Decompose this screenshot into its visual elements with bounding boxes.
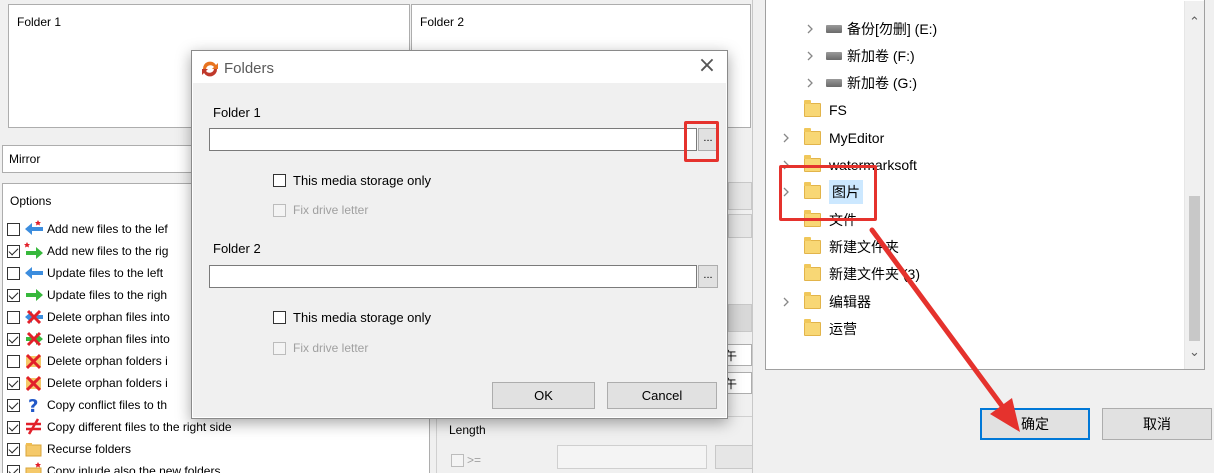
- annotation-arrow-icon: [869, 227, 1020, 432]
